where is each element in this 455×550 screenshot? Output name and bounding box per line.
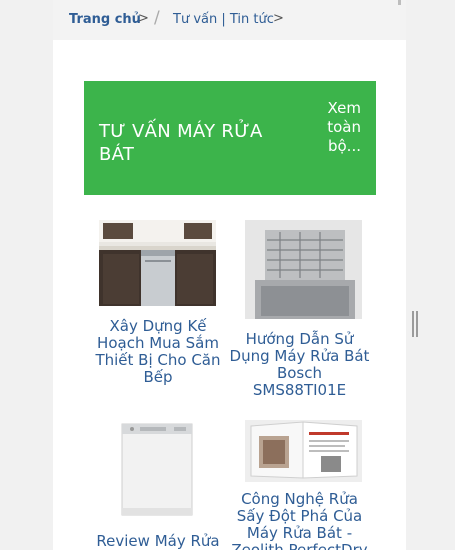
breadcrumb-home-link[interactable]: Trang chủ	[69, 12, 141, 27]
breadcrumb-news-link[interactable]: Tư vấn | Tin tức	[173, 12, 274, 27]
article-title[interactable]: Review Máy Rửa	[88, 533, 228, 550]
article-thumbnail[interactable]	[245, 220, 362, 319]
scrollbar[interactable]	[398, 0, 401, 5]
content-panel: Trang chủ > / Tư vấn | Tin tức > TƯ VẤN …	[53, 0, 406, 550]
article-title[interactable]: Xây Dựng Kế Hoạch Mua Sắm Thiết Bị Cho C…	[88, 318, 228, 386]
article-title[interactable]: Hướng Dẫn Sử Dụng Máy Rửa Bát Bosch SMS8…	[228, 331, 371, 399]
drag-handle-icon[interactable]	[412, 311, 420, 337]
view-all-link[interactable]: Xem toàn bộ...	[301, 99, 361, 156]
chevron-right-icon: >	[273, 11, 284, 26]
category-title: TƯ VẤN MÁY RỬA BÁT	[99, 121, 263, 165]
article-title[interactable]: Công Nghệ Rửa Sấy Đột Phá Của Máy Rửa Bá…	[228, 491, 371, 550]
category-banner: TƯ VẤN MÁY RỬA BÁT Xem toàn bộ...	[84, 81, 376, 195]
breadcrumb-separator: /	[154, 8, 160, 28]
article-thumbnail[interactable]	[245, 420, 362, 482]
chevron-right-icon: >	[138, 11, 149, 26]
article-thumbnail[interactable]	[99, 220, 216, 306]
breadcrumb: Trang chủ > / Tư vấn | Tin tức >	[53, 0, 406, 40]
article-thumbnail[interactable]	[118, 420, 196, 519]
